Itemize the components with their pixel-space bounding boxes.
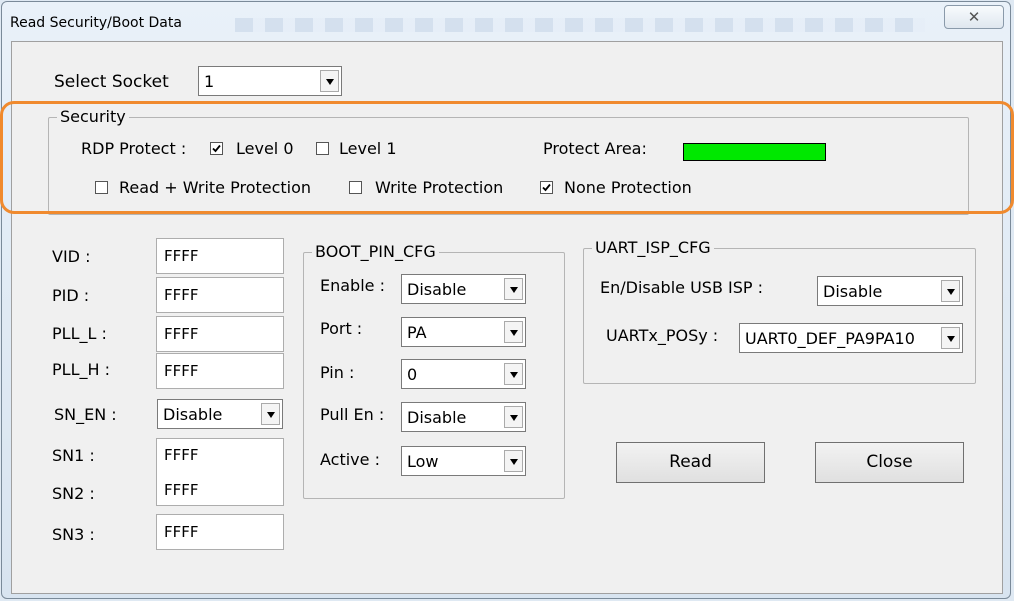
- checkmark-icon: [212, 144, 221, 153]
- active-value: Low: [407, 452, 439, 471]
- level0-label: Level 0: [236, 139, 294, 158]
- usb-isp-label: En/Disable USB ISP :: [600, 278, 764, 297]
- pin-combo[interactable]: 0: [401, 359, 526, 389]
- chevron-down-icon[interactable]: [261, 403, 280, 425]
- active-label: Active :: [320, 450, 380, 469]
- sn1-value: FFFF: [164, 446, 199, 464]
- chevron-down-icon[interactable]: [941, 327, 960, 349]
- uart-isp-cfg-group: UART_ISP_CFG En/Disable USB ISP : Disabl…: [583, 237, 976, 384]
- select-socket-value: 1: [204, 72, 215, 91]
- pll-h-field[interactable]: FFFF: [156, 353, 284, 389]
- title-bar: Read Security/Boot Data: [10, 12, 925, 36]
- pin-label: Pin :: [320, 363, 355, 382]
- dialog-window: Read Security/Boot Data ✕ Select Socket …: [1, 1, 1011, 599]
- sn2-value: FFFF: [164, 481, 199, 499]
- port-combo[interactable]: PA: [401, 317, 526, 347]
- vid-value: FFFF: [164, 247, 199, 265]
- none-protection-checkbox[interactable]: [540, 181, 553, 194]
- level1-checkbox[interactable]: [316, 142, 329, 155]
- port-label: Port :: [320, 319, 363, 338]
- chevron-down-icon[interactable]: [941, 280, 960, 302]
- read-write-protection-checkbox[interactable]: [95, 181, 108, 194]
- pll-l-field[interactable]: FFFF: [156, 316, 284, 352]
- vid-field[interactable]: FFFF: [156, 238, 284, 274]
- pid-field[interactable]: FFFF: [156, 277, 284, 313]
- vid-label: VID :: [52, 247, 91, 266]
- chevron-down-icon[interactable]: [504, 278, 523, 300]
- pull-en-value: Disable: [407, 408, 467, 427]
- dialog-client-area: Select Socket 1 Security RDP Protect : L…: [11, 41, 1003, 594]
- sn1-label: SN1 :: [52, 446, 95, 465]
- write-protection-label: Write Protection: [375, 178, 504, 197]
- pll-l-label: PLL_L :: [52, 324, 107, 343]
- sn2-label: SN2 :: [52, 484, 95, 503]
- level0-checkbox[interactable]: [210, 142, 223, 155]
- checkmark-icon: [542, 183, 551, 192]
- uartx-posy-value: UART0_DEF_PA9PA10: [745, 329, 915, 348]
- rdp-protect-label: RDP Protect :: [81, 139, 187, 158]
- title-bar-background: [235, 18, 925, 32]
- pull-en-label: Pull En :: [320, 405, 385, 424]
- pll-l-value: FFFF: [164, 325, 199, 343]
- pll-h-value: FFFF: [164, 362, 199, 380]
- window-title: Read Security/Boot Data: [10, 15, 182, 31]
- pid-label: PID :: [52, 286, 90, 305]
- pull-en-combo[interactable]: Disable: [401, 402, 526, 432]
- protect-area-label: Protect Area:: [543, 139, 647, 158]
- chevron-down-icon[interactable]: [320, 70, 339, 92]
- active-combo[interactable]: Low: [401, 446, 526, 476]
- close-icon: ✕: [967, 8, 981, 26]
- write-protection-checkbox[interactable]: [349, 181, 362, 194]
- read-button[interactable]: Read: [616, 442, 765, 483]
- sn3-value: FFFF: [164, 523, 199, 541]
- sn-en-value: Disable: [163, 405, 223, 424]
- sn3-field[interactable]: FFFF: [156, 514, 284, 550]
- security-group-title: Security: [57, 106, 129, 128]
- usb-isp-value: Disable: [823, 282, 883, 301]
- select-socket-label: Select Socket: [54, 72, 169, 92]
- sn3-label: SN3 :: [52, 525, 95, 544]
- chevron-down-icon[interactable]: [504, 363, 523, 385]
- uartx-posy-combo[interactable]: UART0_DEF_PA9PA10: [739, 323, 963, 353]
- close-button[interactable]: Close: [815, 442, 964, 483]
- boot-pin-cfg-group: BOOT_PIN_CFG Enable : Disable Port : PA …: [303, 241, 565, 499]
- uartx-posy-label: UARTx_POSy :: [606, 326, 719, 345]
- chevron-down-icon[interactable]: [504, 406, 523, 428]
- sn-en-label: SN_EN :: [54, 405, 117, 424]
- usb-isp-combo[interactable]: Disable: [817, 276, 963, 306]
- select-socket-combo[interactable]: 1: [198, 66, 342, 96]
- read-write-protection-label: Read + Write Protection: [119, 178, 312, 197]
- level1-label: Level 1: [339, 139, 397, 158]
- pin-value: 0: [407, 365, 418, 384]
- uart-isp-cfg-title: UART_ISP_CFG: [592, 237, 714, 259]
- none-protection-label: None Protection: [564, 178, 692, 197]
- security-group: Security RDP Protect : Level 0 Level 1 P…: [48, 106, 969, 215]
- enable-label: Enable :: [320, 276, 385, 295]
- sn1-sn2-field[interactable]: FFFF FFFF: [156, 438, 284, 506]
- boot-pin-cfg-title: BOOT_PIN_CFG: [312, 241, 439, 263]
- window-close-button[interactable]: ✕: [944, 5, 1004, 29]
- chevron-down-icon[interactable]: [504, 321, 523, 343]
- enable-value: Disable: [407, 280, 467, 299]
- port-value: PA: [407, 323, 427, 342]
- sn-en-combo[interactable]: Disable: [157, 399, 283, 429]
- pll-h-label: PLL_H :: [52, 360, 110, 379]
- protect-area-indicator: [683, 143, 826, 161]
- chevron-down-icon[interactable]: [504, 450, 523, 472]
- pid-value: FFFF: [164, 286, 199, 304]
- enable-combo[interactable]: Disable: [401, 274, 526, 304]
